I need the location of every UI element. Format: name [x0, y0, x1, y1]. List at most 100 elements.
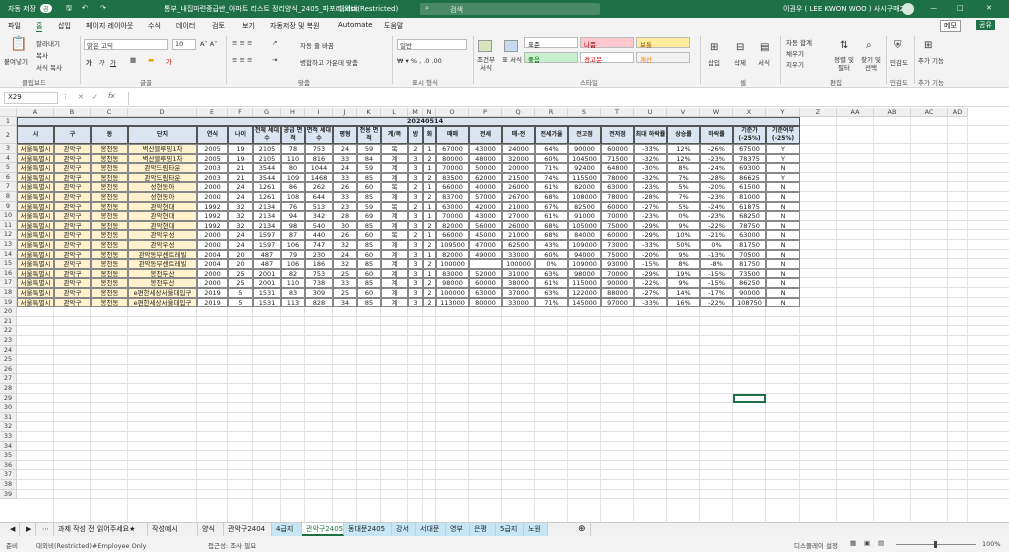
underline-icon[interactable]: 가: [110, 57, 116, 67]
table-cell[interactable]: 70000: [436, 163, 469, 173]
table-cell[interactable]: 2134: [253, 201, 281, 212]
tab-automate[interactable]: Automate: [338, 21, 372, 29]
table-cell[interactable]: 7%: [667, 192, 700, 202]
table-cell[interactable]: 33: [333, 153, 357, 164]
column-header[interactable]: V: [667, 108, 700, 117]
sheet-tab[interactable]: 은평: [470, 523, 496, 536]
table-cell[interactable]: -30%: [634, 163, 667, 173]
column-header[interactable]: F: [228, 108, 253, 117]
table-cell[interactable]: 복: [381, 201, 408, 212]
table-cell[interactable]: 1597: [253, 230, 281, 240]
table-cell[interactable]: 2105: [253, 153, 281, 164]
table-cell[interactable]: 서울특별시: [17, 230, 54, 240]
table-cell[interactable]: 67%: [535, 201, 568, 212]
table-cell[interactable]: 2134: [253, 220, 281, 231]
table-cell[interactable]: 1: [423, 201, 436, 212]
table-cell[interactable]: 2: [423, 153, 436, 164]
column-header[interactable]: A: [17, 108, 54, 117]
table-cell[interactable]: 봉천동: [91, 297, 128, 308]
table-cell[interactable]: 20: [228, 259, 253, 269]
table-cell[interactable]: 104500: [568, 153, 601, 164]
sheet-tab[interactable]: 과제 작성 전 읽어주세요★: [54, 523, 148, 536]
table-cell[interactable]: 81750: [733, 259, 766, 269]
table-cell[interactable]: 50%: [667, 240, 700, 250]
table-cell[interactable]: 24: [333, 144, 357, 154]
sheet-tab[interactable]: 작성예시: [148, 523, 198, 536]
column-header[interactable]: L: [381, 108, 408, 117]
table-cell[interactable]: 2: [408, 182, 423, 192]
table-cell[interactable]: 513: [305, 201, 333, 212]
sheet-tab[interactable]: 관악구2404: [224, 523, 272, 536]
table-cell[interactable]: 1: [423, 230, 436, 240]
table-cell[interactable]: 487: [253, 259, 281, 269]
row-header[interactable]: 4: [0, 153, 17, 164]
column-header[interactable]: B: [54, 108, 91, 117]
table-cell[interactable]: 계: [381, 240, 408, 250]
table-cell[interactable]: 3: [408, 192, 423, 202]
table-cell[interactable]: 109000: [568, 240, 601, 250]
table-cell[interactable]: 70500: [733, 249, 766, 260]
table-cell[interactable]: 43000: [469, 211, 502, 221]
fill-button[interactable]: 채우기: [786, 48, 804, 58]
table-cell[interactable]: 82000: [436, 220, 469, 231]
table-cell[interactable]: 24000: [502, 144, 535, 154]
row-header[interactable]: 14: [0, 249, 17, 260]
table-cell[interactable]: 2003: [197, 172, 228, 183]
table-cell[interactable]: 21000: [502, 230, 535, 240]
table-cell[interactable]: 서울특별시: [17, 259, 54, 269]
table-cell[interactable]: 74%: [535, 172, 568, 183]
table-cell[interactable]: 25: [228, 278, 253, 288]
table-cell[interactable]: 봉천동: [91, 278, 128, 288]
table-cell[interactable]: 70000: [601, 268, 634, 279]
row-header[interactable]: 5: [0, 163, 17, 173]
tab-review[interactable]: 검토: [212, 21, 225, 31]
sheet-next-icon[interactable]: ▶: [22, 523, 37, 536]
border-icon[interactable]: ▦: [130, 56, 136, 64]
table-cell[interactable]: -26%: [700, 144, 733, 154]
table-cell[interactable]: 82000: [568, 182, 601, 192]
column-header[interactable]: J: [333, 108, 357, 117]
table-cell[interactable]: 262: [305, 182, 333, 192]
table-cell[interactable]: 계: [381, 172, 408, 183]
tab-autosave-restore[interactable]: 자동저장 및 복원: [270, 21, 320, 31]
table-cell[interactable]: 32000: [502, 153, 535, 164]
table-cell[interactable]: 753: [305, 268, 333, 279]
find-select-button[interactable]: 찾기 및 선택: [858, 56, 884, 72]
table-cell[interactable]: 63000: [436, 201, 469, 212]
row-header[interactable]: 3: [0, 144, 17, 154]
font-name-select[interactable]: 맑은 고딕: [84, 39, 168, 50]
table-cell[interactable]: 1531: [253, 297, 281, 308]
table-cell[interactable]: -23%: [700, 153, 733, 164]
table-cell[interactable]: 봉천동: [91, 163, 128, 173]
row-header[interactable]: 10: [0, 211, 17, 221]
table-cell[interactable]: 73500: [733, 268, 766, 279]
table-cell[interactable]: 관악현대: [128, 220, 197, 231]
column-header[interactable]: O: [436, 108, 469, 117]
table-cell[interactable]: N: [766, 220, 800, 231]
sheet-tab[interactable]: 노원: [524, 523, 548, 536]
table-cell[interactable]: 60000: [469, 278, 502, 288]
row-header[interactable]: 16: [0, 268, 17, 279]
table-cell[interactable]: 45000: [469, 230, 502, 240]
table-cell[interactable]: 70000: [601, 211, 634, 221]
table-cell[interactable]: 90000: [601, 278, 634, 288]
table-cell[interactable]: 계: [381, 249, 408, 260]
table-cell[interactable]: 관악구: [54, 163, 91, 173]
table-cell[interactable]: 70000: [436, 211, 469, 221]
table-cell[interactable]: 26: [333, 182, 357, 192]
table-cell[interactable]: 24: [228, 240, 253, 250]
style-neutral[interactable]: 보통: [636, 37, 690, 49]
column-header[interactable]: R: [535, 108, 568, 117]
row-header[interactable]: 39: [0, 489, 17, 500]
table-cell[interactable]: 1: [423, 249, 436, 260]
minimize-icon[interactable]: —: [930, 4, 937, 12]
table-cell[interactable]: 40000: [469, 182, 502, 192]
sheet-prev-icon[interactable]: ◀: [6, 523, 21, 536]
sheet-tab[interactable]: 영부: [446, 523, 470, 536]
table-cell[interactable]: -27%: [634, 201, 667, 212]
row-header[interactable]: 8: [0, 192, 17, 202]
table-cell[interactable]: 82500: [568, 201, 601, 212]
table-cell[interactable]: 봉천동: [91, 144, 128, 154]
table-cell[interactable]: 98000: [568, 268, 601, 279]
row-header[interactable]: 36: [0, 460, 17, 471]
